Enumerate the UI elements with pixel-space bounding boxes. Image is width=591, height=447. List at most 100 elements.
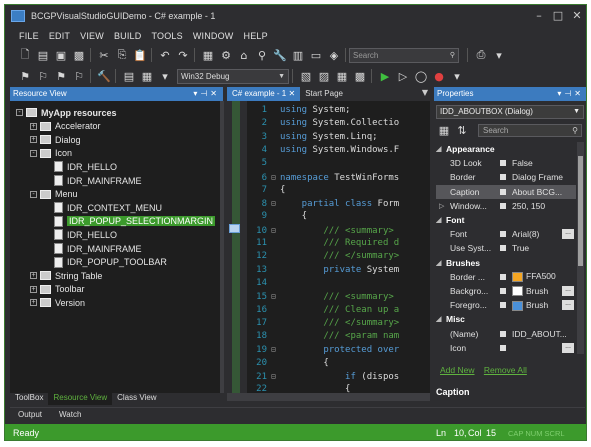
expand-icon[interactable]: + [30,299,37,307]
property-row[interactable]: Icon... [436,341,576,354]
property-value[interactable]: True [512,243,574,253]
breakpoint-icon[interactable]: ● [431,68,447,84]
collapse-icon[interactable]: ◢ [436,216,446,224]
tree-node[interactable]: + Dialog [30,133,81,146]
remove-all-link[interactable]: Remove All [484,365,527,375]
open-folder-icon[interactable]: ▤ [35,47,51,63]
tab-close-icon[interactable]: ✕ [288,89,295,98]
expand-icon[interactable]: + [30,136,37,144]
copy-icon[interactable]: ⎘ [114,47,130,63]
property-row[interactable]: 3D Look False [436,156,576,170]
panel-close-icon[interactable]: ✕ [574,89,584,98]
bookmark-marker-icon[interactable] [229,224,240,233]
tab-class-view[interactable]: Class View [112,391,161,405]
property-row[interactable]: Foregro... Brush... [436,298,576,312]
property-category[interactable]: ◢ Brushes [436,256,576,270]
collapse-icon[interactable]: ◢ [436,315,446,323]
class-view-icon[interactable]: ◈ [326,47,342,63]
fold-toggle-icon[interactable]: ⊟ [271,197,280,210]
tree-node[interactable]: IDR_MAINFRAME [44,242,142,255]
tab-start-page[interactable]: Start Page [300,87,348,101]
stop-icon[interactable]: ◯ [413,68,429,84]
prev-bookmark-icon[interactable]: ⚐ [35,68,51,84]
layout-icon[interactable]: ▦ [139,68,155,84]
tree-node[interactable]: IDR_CONTEXT_MENU [44,201,162,214]
menu-help[interactable]: HELP [244,31,268,41]
run-icon[interactable]: ▶ [377,68,393,84]
fold-toggle-icon[interactable]: ⊟ [271,343,280,356]
fold-toggle-icon[interactable]: ⊟ [271,290,280,303]
selection-margin[interactable] [227,101,247,393]
more-options-icon[interactable]: ▾ [449,68,465,84]
tree-node[interactable]: IDR_HELLO [44,160,117,173]
property-value[interactable]: 250, 150 [512,201,574,211]
property-value[interactable]: False [512,158,574,168]
undo-icon[interactable]: ↶ [157,47,173,63]
rebuild-icon[interactable]: ▨ [316,68,332,84]
code-editor[interactable]: 1 using System; 2 using System.Collectio 3 us… [227,101,430,393]
redo-icon[interactable]: ↷ [175,47,191,63]
expand-icon[interactable]: ▷ [439,202,444,210]
configuration-select[interactable]: Win32 Debug ▼ [177,68,289,84]
ellipsis-button[interactable]: ... [562,229,574,240]
maximize-icon[interactable]: □ [551,9,565,23]
toolbar-search-input[interactable]: Search ⚲ [349,47,459,63]
find-icon[interactable]: ⚲ [254,47,270,63]
collapse-icon[interactable]: ◢ [436,259,446,267]
property-category[interactable]: ◢ Appearance [436,142,576,156]
add-new-link[interactable]: Add New [440,365,475,375]
bookmark-icon[interactable]: ⚑ [17,68,33,84]
fold-toggle-icon[interactable]: ⊟ [271,171,280,184]
close-icon[interactable]: ✕ [570,9,584,23]
property-row[interactable]: Border ... FFA500 [436,270,576,284]
expand-icon[interactable]: + [30,122,37,130]
collapse-icon[interactable]: - [30,149,37,157]
wrench-icon[interactable]: 🔧 [272,47,288,63]
collapse-icon[interactable]: - [16,109,23,116]
paste-icon[interactable]: 📋 [132,47,148,63]
batch-build-icon[interactable]: ▩ [352,68,368,84]
tab-output[interactable]: Output [10,408,54,421]
pin-icon[interactable]: ⊣ [564,89,574,98]
menu-edit[interactable]: EDIT [49,31,70,41]
properties-search-input[interactable]: Search ⚲ [478,124,582,137]
briefcase-icon[interactable]: ▭ [308,47,324,63]
property-value[interactable]: Dialog Frame [512,172,574,182]
editor-tab-list-icon[interactable]: ▼ [422,88,428,97]
property-row[interactable]: Backgro... Brush... [436,284,576,298]
tree-node[interactable]: + Toolbar [30,283,85,296]
panel-close-icon[interactable]: ✕ [210,89,220,98]
tab-watch[interactable]: Watch [54,408,86,421]
ellipsis-button[interactable]: ... [562,342,574,353]
property-grid-scrollbar[interactable] [577,142,584,354]
property-category[interactable]: ◢ Misc [436,312,576,326]
tree-node[interactable]: + Accelerator [30,120,101,133]
tree-scrollbar[interactable] [220,101,224,393]
tree-node[interactable]: + String Table [30,269,102,282]
fold-toggle-icon[interactable]: ⊟ [271,224,280,237]
property-category[interactable]: ◢ Font [436,213,576,227]
property-value[interactable]: FFA500 [512,271,574,283]
menu-file[interactable]: FILE [19,31,39,41]
new-file-icon[interactable]: 🗋 [17,47,33,63]
tab-resource-view[interactable]: Resource View [48,391,113,405]
save-icon[interactable]: ▣ [53,47,69,63]
collapse-icon[interactable]: ◢ [436,145,446,153]
categorized-icon[interactable]: ▦ [436,123,452,139]
save-all-icon[interactable]: ▩ [71,47,87,63]
property-row[interactable]: Caption About BCG... [436,184,576,199]
menu-build[interactable]: BUILD [114,31,142,41]
object-selector[interactable]: IDD_ABOUTBOX (Dialog) ▼ [436,105,584,119]
next-bookmark-icon[interactable]: ⚑ [53,68,69,84]
cut-icon[interactable]: ✂ [96,47,112,63]
toolbox-icon[interactable]: ⌂ [236,47,252,63]
grid-icon[interactable]: ▦ [334,68,350,84]
toolbar-options-icon[interactable]: ▾ [491,47,507,63]
menu-window[interactable]: WINDOW [193,31,234,41]
hammer-icon[interactable]: 🔨 [96,68,112,84]
menu-tools[interactable]: TOOLS [151,31,182,41]
fold-toggle-icon[interactable]: ⊟ [271,370,280,383]
property-row[interactable]: Border Dialog Frame [436,170,576,184]
expand-icon[interactable]: + [30,272,37,280]
ellipsis-button[interactable]: ... [562,300,574,311]
